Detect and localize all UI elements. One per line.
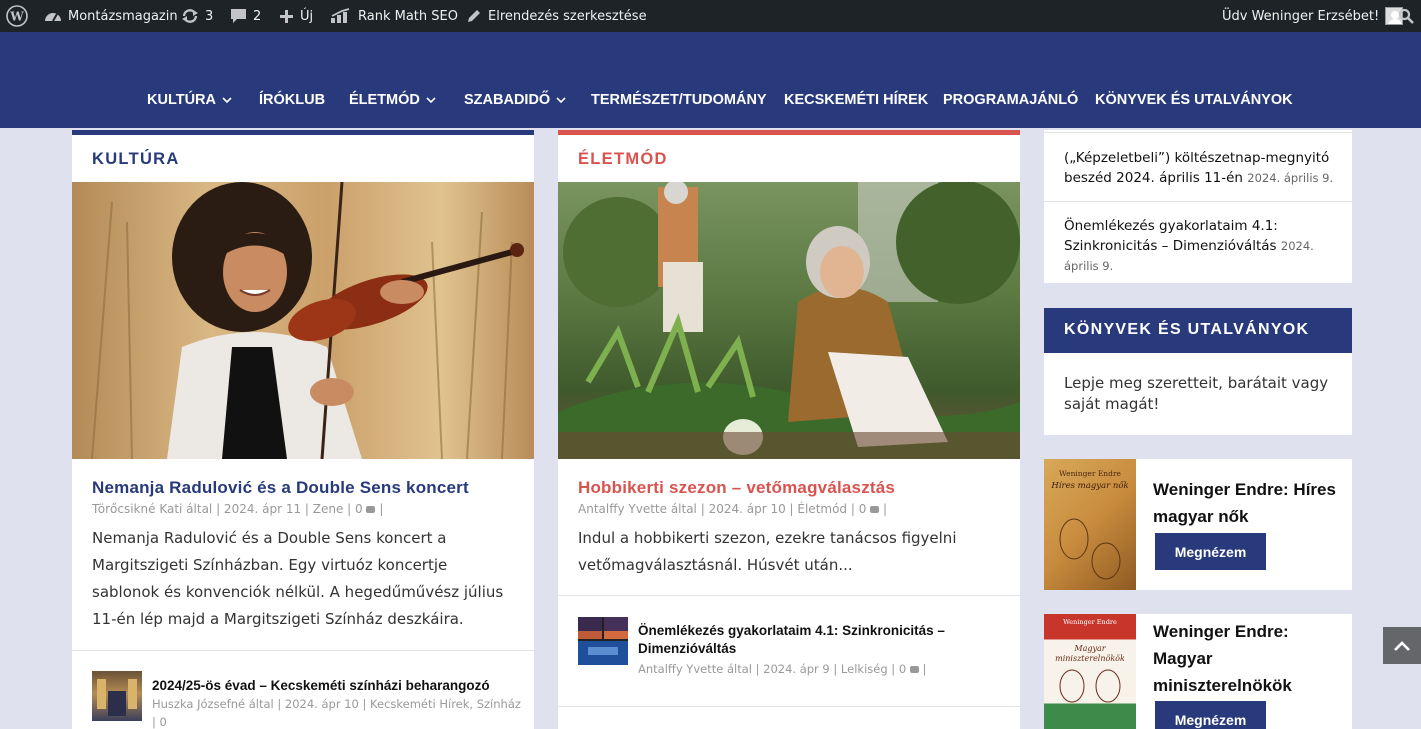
article-title[interactable]: Hobbikerti szezon – vetőmagválasztás: [578, 478, 895, 498]
nav-label: PROGRAMAJÁNLÓ: [943, 92, 1079, 108]
small-article-meta: Huszka Józsefné által | 2024. ápr 10 | K…: [152, 697, 521, 711]
violinist-image[interactable]: [72, 182, 534, 459]
book-promo-2: Weninger Endre Magyar miniszterelnökök W…: [1044, 614, 1352, 729]
nav-item-programajanlo[interactable]: PROGRAMAJÁNLÓ: [943, 92, 1078, 108]
recent-post-link[interactable]: Önemlékezés gyakorlataim 4.1: Szinkronic…: [1064, 216, 1334, 276]
nav-label: TERMÉSZET/TUDOMÁNY: [591, 92, 767, 108]
meta-text: Törőcsikné Kati által | 2024. ápr 11 | Z…: [92, 502, 363, 516]
article-meta: Törőcsikné Kati által | 2024. ápr 11 | Z…: [92, 502, 384, 516]
view-book-button[interactable]: Megnézem: [1155, 533, 1266, 570]
nav-label: SZABADIDŐ: [464, 92, 551, 108]
nav-item-eletmod[interactable]: ÉLETMÓD: [349, 92, 436, 108]
admin-bar: W Montázsmagazin 3 2 Új Rank Math SEO El…: [0, 0, 1421, 32]
wordpress-logo-icon[interactable]: W: [6, 0, 28, 32]
site-name: Montázsmagazin: [68, 8, 178, 24]
new-content-menu[interactable]: Új: [279, 0, 313, 32]
article-excerpt: Nemanja Radulović és a Double Sens konce…: [92, 529, 504, 628]
eletmod-section: ÉLETMÓD Hobbikerti szezon – vetőmagválas…: [558, 130, 1020, 729]
sunset-thumbnail[interactable]: [578, 617, 628, 665]
user-account-menu[interactable]: Üdv Weninger Erzsébet!: [1222, 0, 1404, 32]
cover-author: Weninger Endre: [1063, 618, 1117, 626]
meta-text: Antalffy Yvette által | 2024. ápr 9 | Le…: [638, 662, 907, 676]
meta-text: Antalffy Yvette által | 2024. ápr 10 | É…: [578, 502, 867, 516]
small-article-title[interactable]: 2024/25-ös évad – Kecskeméti színházi be…: [152, 677, 522, 695]
chevron-down-icon: [556, 97, 566, 104]
article-title[interactable]: Nemanja Radulović és a Double Sens konce…: [92, 478, 469, 498]
divider: [558, 595, 1020, 596]
pencil-icon: [468, 10, 480, 22]
nav-label: KÖNYVEK ÉS UTALVÁNYOK: [1095, 92, 1293, 108]
updates-menu[interactable]: 3: [181, 0, 213, 32]
nav-item-kultura[interactable]: KULTÚRA: [147, 92, 232, 108]
comment-icon: [870, 506, 880, 513]
view-book-button[interactable]: Megnézem: [1155, 701, 1266, 729]
book-promo-1: Weninger Endre Híres magyar nők Weninger…: [1044, 459, 1352, 590]
nav-label: KULTÚRA: [147, 92, 216, 108]
recent-post-date: 2024. április 9.: [1247, 171, 1334, 185]
updates-count: 3: [205, 8, 214, 24]
site-header: KULTÚRA ÍRÓKLUB ÉLETMÓD SZABADIDŐ TERMÉS…: [0, 32, 1421, 128]
theater-thumbnail[interactable]: [92, 671, 142, 721]
divider: [72, 650, 534, 651]
edit-layout-menu[interactable]: Elrendezés szerkesztése: [466, 0, 647, 32]
nav-item-konyvek-es-utalvanyok[interactable]: KÖNYVEK ÉS UTALVÁNYOK: [1095, 92, 1293, 108]
rank-math-label: Rank Math SEO: [358, 8, 458, 24]
plus-icon: [280, 9, 293, 23]
rank-math-icon: [331, 8, 350, 23]
book-cover-image[interactable]: Weninger Endre Magyar miniszterelnökök: [1044, 614, 1136, 729]
small-article-title[interactable]: Önemlékezés gyakorlataim 4.1: Szinkronic…: [638, 622, 998, 658]
comments-count: 2: [253, 8, 262, 24]
divider: [1044, 201, 1352, 202]
garden-image[interactable]: [558, 182, 1020, 459]
widget-title: KÖNYVEK ÉS UTALVÁNYOK: [1064, 321, 1310, 338]
chevron-down-icon: [222, 97, 232, 104]
nav-item-iroklub[interactable]: ÍRÓKLUB: [259, 92, 325, 108]
nav-label: ÉLETMÓD: [349, 92, 420, 108]
section-accent-bar: [72, 130, 534, 135]
updates-icon: [182, 9, 198, 23]
new-label: Új: [300, 8, 314, 24]
book-title[interactable]: Weninger Endre: Híres magyar nők: [1153, 476, 1338, 530]
recent-post-title: Önemlékezés gyakorlataim 4.1: Szinkronic…: [1064, 218, 1278, 254]
recent-posts-widget: („Képzeletbeli”) költészetnap-megnyitó b…: [1044, 130, 1352, 283]
chevron-down-icon: [426, 97, 436, 104]
widget-text: Lepje meg szeretteit, barátait vagy sajá…: [1064, 374, 1329, 413]
comments-icon: [231, 9, 246, 23]
book-title[interactable]: Weninger Endre: Magyar miniszterelnökök: [1153, 618, 1338, 699]
divider: [558, 706, 1020, 707]
nav-label: KECSKEMÉTI HÍREK: [784, 92, 929, 108]
comments-menu[interactable]: 2: [230, 0, 261, 32]
small-article-meta: Antalffy Yvette által | 2024. ápr 9 | Le…: [638, 662, 927, 676]
rank-math-menu[interactable]: Rank Math SEO: [330, 0, 458, 32]
edit-layout-label: Elrendezés szerkesztése: [488, 8, 647, 24]
cover-title: Híres magyar nők: [1051, 481, 1129, 491]
meta-text: | 0: [152, 715, 167, 729]
books-widget: KÖNYVEK ÉS UTALVÁNYOK Lepje meg szerette…: [1044, 308, 1352, 435]
nav-label: ÍRÓKLUB: [259, 92, 326, 108]
section-title[interactable]: ÉLETMÓD: [578, 150, 668, 169]
cover-author: Weninger Endre: [1059, 469, 1121, 478]
comment-icon: [909, 666, 919, 673]
nav-item-kecskemeti-hirek[interactable]: KECSKEMÉTI HÍREK: [784, 92, 928, 108]
kultura-section: KULTÚRA Nemanja Radulović és a Double Se…: [72, 130, 534, 729]
article-excerpt: Indul a hobbikerti szezon, ezekre tanács…: [578, 529, 957, 574]
comment-icon: [366, 506, 376, 513]
back-to-top-button[interactable]: [1383, 627, 1421, 664]
chevron-up-icon: [1394, 640, 1410, 651]
dashboard-icon: [45, 13, 61, 22]
section-accent-bar: [558, 130, 1020, 135]
book-cover-image[interactable]: Weninger Endre Híres magyar nők: [1044, 459, 1136, 590]
section-title[interactable]: KULTÚRA: [92, 150, 180, 169]
article-meta: Antalffy Yvette által | 2024. ápr 10 | É…: [578, 502, 888, 516]
cover-title: Magyar miniszterelnökök: [1055, 644, 1125, 663]
nav-item-termeszet-tudomany[interactable]: TERMÉSZET/TUDOMÁNY: [591, 92, 767, 108]
svg-text:W: W: [9, 10, 24, 24]
nav-item-szabadido[interactable]: SZABADIDŐ: [464, 92, 566, 108]
greeting-text: Üdv Weninger Erzsébet!: [1222, 8, 1380, 24]
small-article-meta-continued: | 0: [152, 715, 167, 729]
recent-post-link[interactable]: („Képzeletbeli”) költészetnap-megnyitó b…: [1064, 148, 1334, 188]
divider: [1044, 132, 1352, 133]
site-name-menu[interactable]: Montázsmagazin: [44, 0, 178, 32]
search-icon[interactable]: [1398, 0, 1414, 32]
